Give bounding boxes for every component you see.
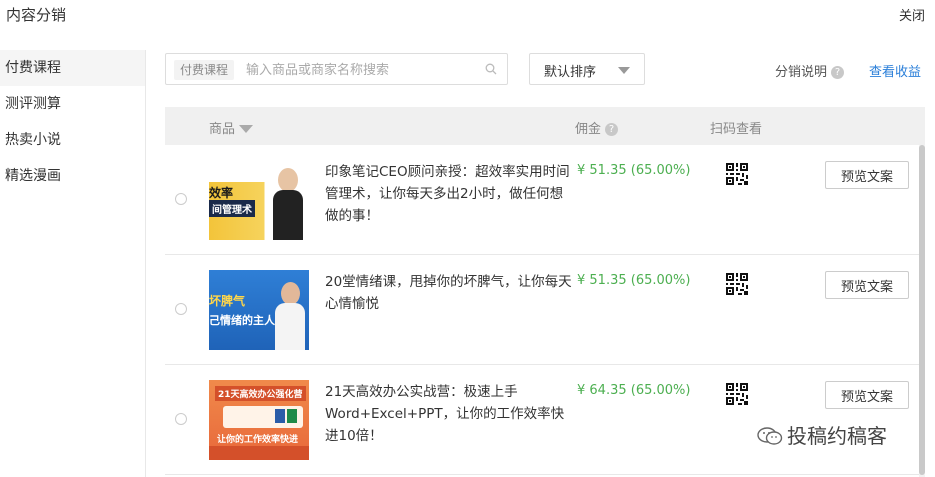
row-select-radio[interactable]: [175, 413, 187, 425]
search-icon[interactable]: [485, 63, 497, 75]
view-earnings-link[interactable]: 查看收益: [869, 61, 921, 80]
sidebar: 付费课程 测评测算 热卖小说 精选漫画: [0, 50, 146, 477]
sidebar-item-paid-courses[interactable]: 付费课程: [0, 50, 145, 86]
thumbnail-title: 坏脾气: [209, 294, 246, 308]
preview-copy-button[interactable]: 预览文案: [825, 381, 909, 409]
table-header: 商品 佣金? 扫码查看: [165, 107, 925, 145]
chevron-down-icon: [618, 67, 630, 74]
qr-code-icon[interactable]: [726, 383, 748, 405]
product-name[interactable]: 21天高效办公实战营：极速上手Word+Excel+PPT，让你的工作效率快进1…: [325, 381, 575, 447]
column-qr: 扫码查看: [710, 122, 763, 137]
thumbnail-subtitle: 己情绪的主人: [209, 314, 275, 327]
thumbnail-footer: [209, 446, 309, 460]
column-product[interactable]: 商品: [209, 118, 254, 137]
preview-copy-button[interactable]: 预览文案: [825, 161, 909, 189]
thumbnail-title: 21天高效办公强化营: [215, 386, 306, 401]
top-bar: 内容分销 关闭: [0, 0, 935, 36]
search-box: 付费课程: [165, 53, 508, 85]
commission-value: ¥ 51.35 (65.00%): [577, 163, 691, 178]
table-row: 坏脾气 己情绪的主人 20堂情绪课，甩掉你的坏脾气，让你每天心情愉悦 ¥ 51.…: [165, 255, 925, 365]
person-figure: [273, 168, 303, 240]
watermark-text: 投稿约稿客: [787, 424, 887, 448]
sort-dropdown[interactable]: 默认排序: [529, 53, 645, 85]
word-icon: [275, 409, 285, 423]
column-commission-label: 佣金: [575, 122, 602, 137]
question-icon[interactable]: ?: [605, 123, 619, 136]
help-link[interactable]: 分销说明?: [775, 61, 845, 80]
row-select-radio[interactable]: [175, 303, 187, 315]
commission-value: ¥ 51.35 (65.00%): [577, 273, 691, 288]
search-input[interactable]: [244, 58, 478, 82]
column-product-label: 商品: [209, 122, 236, 137]
thumbnail-subtitle: 间管理术: [209, 200, 255, 217]
sidebar-item-novels[interactable]: 热卖小说: [0, 122, 145, 158]
thumbnail-subtitle: 让你的工作效率快进: [217, 435, 299, 445]
commission-value: ¥ 64.35 (65.00%): [577, 383, 691, 398]
watermark: 投稿约稿客: [757, 420, 887, 449]
column-commission: 佣金?: [575, 118, 619, 137]
thumbnail-banner: [223, 406, 303, 428]
scrollbar[interactable]: [919, 145, 925, 477]
sort-label: 默认排序: [544, 65, 597, 80]
page-title: 内容分销: [6, 6, 67, 24]
product-name[interactable]: 20堂情绪课，甩掉你的坏脾气，让你每天心情愉悦: [325, 271, 575, 315]
product-thumbnail: 效率 间管理术: [209, 160, 309, 240]
scrollbar-thumb[interactable]: [919, 145, 925, 475]
excel-icon: [287, 409, 297, 423]
sidebar-item-tests[interactable]: 测评测算: [0, 86, 145, 122]
help-label: 分销说明: [775, 65, 828, 80]
sidebar-item-comics[interactable]: 精选漫画: [0, 158, 145, 194]
table-row: 效率 间管理术 印象笔记CEO顾问亲授：超效率实用时间管理术，让你每天多出2小时…: [165, 145, 925, 255]
preview-copy-button[interactable]: 预览文案: [825, 271, 909, 299]
thumbnail-title: 效率: [209, 186, 234, 200]
product-thumbnail: 坏脾气 己情绪的主人: [209, 270, 309, 350]
search-category-tag[interactable]: 付费课程: [174, 60, 235, 80]
product-name[interactable]: 印象笔记CEO顾问亲授：超效率实用时间管理术，让你每天多出2小时，做任何想做的事…: [325, 161, 575, 227]
person-figure: [275, 282, 305, 350]
close-button[interactable]: 关闭: [899, 5, 925, 24]
product-thumbnail: 21天高效办公强化营 让你的工作效率快进: [209, 380, 309, 460]
row-select-radio[interactable]: [175, 193, 187, 205]
filter-icon[interactable]: [239, 125, 254, 133]
qr-code-icon[interactable]: [726, 163, 748, 185]
question-icon: ?: [831, 66, 845, 79]
qr-code-icon[interactable]: [726, 273, 748, 295]
wechat-icon: [757, 427, 783, 445]
